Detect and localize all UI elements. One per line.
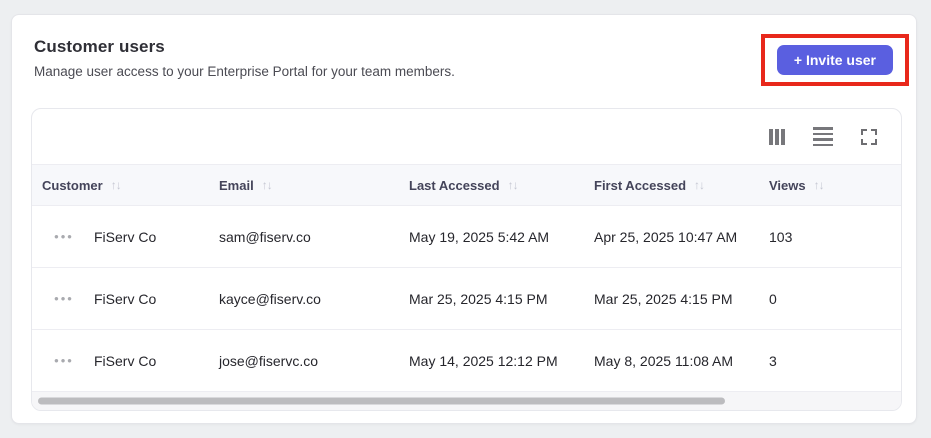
column-label: Last Accessed xyxy=(409,177,500,193)
page-background: { "colors": { "accent": "#5a5fe0", "anno… xyxy=(0,0,931,438)
invite-user-button[interactable]: + Invite user xyxy=(776,45,893,75)
last-accessed-cell: May 14, 2025 12:12 PM xyxy=(409,352,558,369)
column-visibility-icon[interactable] xyxy=(767,127,787,147)
last-accessed-cell: Mar 25, 2025 4:15 PM xyxy=(409,290,548,307)
horizontal-scrollbar[interactable] xyxy=(32,392,901,410)
row-actions-cell: ••• xyxy=(32,292,84,305)
sort-icon: ↑↓ xyxy=(110,178,122,192)
column-header-email[interactable]: Email ↑↓ xyxy=(209,178,399,193)
row-menu-icon[interactable]: ••• xyxy=(54,292,74,305)
fullscreen-icon[interactable] xyxy=(859,127,879,147)
expand-icon xyxy=(861,128,877,145)
scrollbar-thumb[interactable] xyxy=(38,397,725,405)
column-label: First Accessed xyxy=(594,177,687,193)
views-cell: 103 xyxy=(769,228,793,245)
email-cell: sam@fiserv.co xyxy=(219,228,311,245)
row-actions-cell: ••• xyxy=(32,354,84,367)
email-cell: jose@fiservc.co xyxy=(219,352,319,369)
email-cell: kayce@fiserv.co xyxy=(219,290,321,307)
sort-icon: ↑↓ xyxy=(261,178,273,192)
row-menu-icon[interactable]: ••• xyxy=(54,354,74,367)
customer-cell: FiServ Co xyxy=(94,228,157,245)
columns-icon xyxy=(769,128,785,145)
row-actions-cell: ••• xyxy=(32,230,84,243)
views-cell: 0 xyxy=(769,290,777,307)
table-row: ••• FiServ Co jose@fiservc.co May 14, 20… xyxy=(32,330,901,392)
last-accessed-cell: May 19, 2025 5:42 AM xyxy=(409,228,550,245)
column-header-last-accessed[interactable]: Last Accessed ↑↓ xyxy=(399,178,584,193)
first-accessed-cell: Apr 25, 2025 10:47 AM xyxy=(594,228,738,245)
row-density-icon[interactable] xyxy=(811,125,835,148)
annotation-highlight-box: + Invite user xyxy=(760,34,909,86)
column-header-customer[interactable]: Customer ↑↓ xyxy=(32,178,209,193)
users-table: Customer ↑↓ Email ↑↓ Last Accessed ↑↓ Fi… xyxy=(31,108,902,411)
density-icon xyxy=(813,127,833,146)
views-cell: 3 xyxy=(769,352,777,369)
sort-icon: ↑↓ xyxy=(507,178,519,192)
sort-icon: ↑↓ xyxy=(813,178,825,192)
table-toolbar xyxy=(32,109,901,164)
customer-users-card: Customer users Manage user access to you… xyxy=(11,14,917,424)
first-accessed-cell: May 8, 2025 11:08 AM xyxy=(594,352,734,369)
column-label: Email xyxy=(219,177,254,193)
first-accessed-cell: Mar 25, 2025 4:15 PM xyxy=(594,290,733,307)
column-header-first-accessed[interactable]: First Accessed ↑↓ xyxy=(584,178,759,193)
customer-cell: FiServ Co xyxy=(94,352,157,369)
column-header-views[interactable]: Views ↑↓ xyxy=(759,178,901,193)
table-row: ••• FiServ Co sam@fiserv.co May 19, 2025… xyxy=(32,206,901,268)
column-label: Views xyxy=(769,177,806,193)
row-menu-icon[interactable]: ••• xyxy=(54,230,74,243)
card-header: Customer users Manage user access to you… xyxy=(12,15,916,86)
table-header-row: Customer ↑↓ Email ↑↓ Last Accessed ↑↓ Fi… xyxy=(32,164,901,206)
table-row: ••• FiServ Co kayce@fiserv.co Mar 25, 20… xyxy=(32,268,901,330)
column-label: Customer xyxy=(42,177,103,193)
customer-cell: FiServ Co xyxy=(94,290,157,307)
sort-icon: ↑↓ xyxy=(694,178,705,192)
